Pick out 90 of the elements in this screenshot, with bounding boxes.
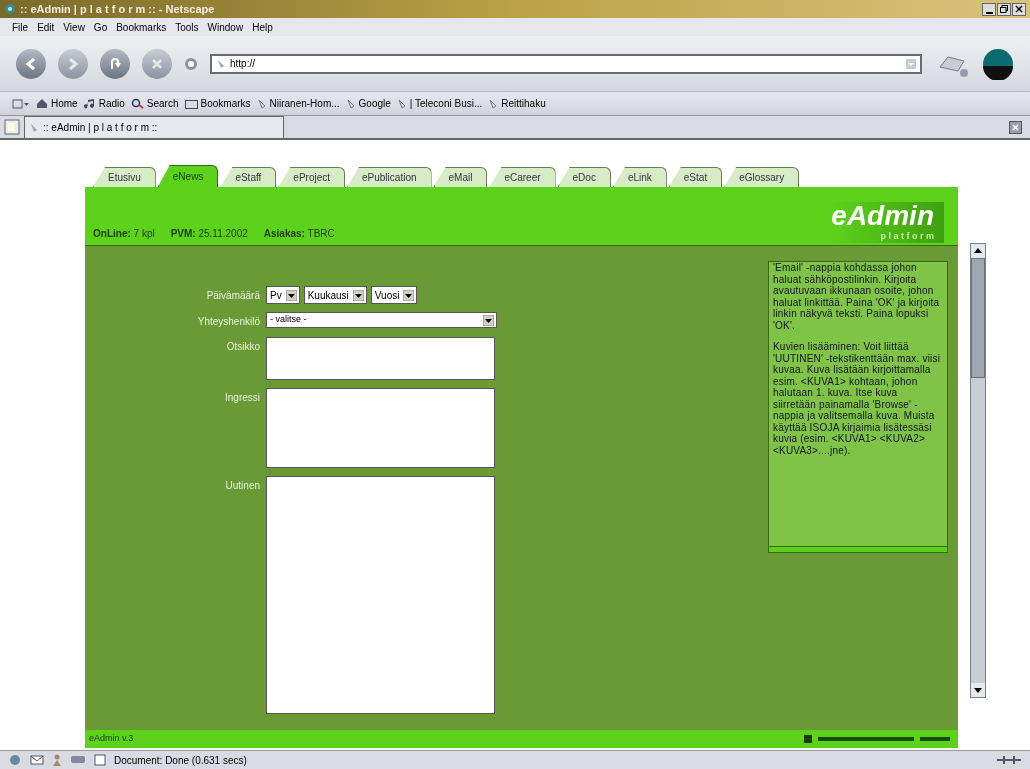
user-icon[interactable]: [52, 754, 62, 766]
music-note-icon: [83, 98, 96, 109]
bookmark-icon: [396, 98, 407, 109]
dropdown-dot-icon: [184, 56, 198, 71]
minimize-button[interactable]: [982, 2, 996, 16]
bookmark-link[interactable]: Search: [130, 96, 179, 111]
dropdown[interactable]: Kuukausi: [303, 286, 367, 304]
info-text: Asiakas: TBRC: [263, 227, 335, 241]
search-icon: [130, 98, 144, 109]
bookmark-icon: [216, 58, 226, 69]
tab[interactable]: eDoc: [557, 167, 611, 187]
bookmark-icon: [256, 98, 267, 109]
page-icon: [29, 122, 39, 133]
text-area[interactable]: [266, 337, 495, 380]
stop-button[interactable]: [142, 48, 172, 79]
tab[interactable]: eLink: [612, 167, 667, 187]
tab[interactable]: eMail: [433, 167, 488, 187]
connection-icon: [996, 754, 1022, 766]
mail-icon[interactable]: [30, 754, 44, 766]
toolbar-menu-icon[interactable]: [12, 97, 30, 110]
bookmark-link[interactable]: Radio: [83, 96, 125, 111]
tab[interactable]: eGlossary: [724, 167, 800, 187]
close-icon: [1015, 5, 1023, 13]
field-label: Uutinen: [224, 479, 260, 493]
menu-item[interactable]: Bookmarks: [116, 19, 167, 35]
close-icon: [1012, 123, 1019, 131]
scrollbar[interactable]: [970, 243, 986, 698]
bookmark-link[interactable]: Reittihaku: [488, 96, 546, 111]
bookmark-link[interactable]: Niiranen-Hom...: [256, 96, 340, 111]
maximize-button[interactable]: [997, 2, 1011, 16]
dropdown-icon: [483, 314, 494, 326]
scroll-up-icon[interactable]: [971, 244, 985, 258]
tab[interactable]: eProject: [278, 167, 345, 187]
tab[interactable]: eCareer: [489, 167, 556, 187]
dropdown[interactable]: Vuosi: [370, 286, 418, 304]
status-text: Document: Done (0.631 secs): [114, 753, 248, 768]
reload-button[interactable]: [100, 48, 130, 79]
bookmark-link[interactable]: | Teleconi Busi...: [396, 96, 483, 111]
logo: eAdmin p l a t f o r m: [831, 201, 944, 243]
dropdown-icon: [285, 289, 297, 301]
help-text: 'Email' -nappia kohdassa johon haluat sähköpostilinkin. Kirjoita avautuvaan ikkunaan osoite, johon haluat linkittää. Paina 'OK' ja kirjoita linkin näkyvä teksti. Paina lopuksi 'OK'.: [773, 262, 941, 331]
back-button[interactable]: [16, 48, 46, 79]
browser-icon: [4, 3, 16, 15]
menu-item[interactable]: Help: [252, 19, 273, 35]
bookmark-link[interactable]: Bookmarks: [184, 96, 251, 111]
restore-icon: [1000, 5, 1008, 13]
dropdown-icon: [352, 289, 364, 301]
menu-item[interactable]: Tools: [175, 19, 199, 35]
version-text: eAdmin v.3: [89, 732, 134, 746]
field-label: Otsikko: [225, 340, 260, 354]
menu-item[interactable]: File: [12, 19, 29, 35]
info-text: OnLine: 7 kpl: [93, 227, 155, 241]
window-title: :: eAdmin | p l a t f o r m :: - Netscape: [20, 1, 216, 17]
dropdown-icon: [906, 58, 916, 69]
tab[interactable]: ePublication: [347, 167, 432, 187]
field-label: Ingressi: [224, 391, 260, 405]
dropdown[interactable]: Pv: [266, 286, 300, 304]
bookmark-icon: [488, 98, 499, 109]
bookmark-link[interactable]: Home: [36, 96, 78, 111]
dropdown-icon: [403, 289, 415, 301]
menu-item[interactable]: View: [63, 19, 85, 35]
menu-item[interactable]: Go: [93, 19, 108, 35]
tab[interactable]: eStat: [668, 167, 723, 187]
browser-tab[interactable]: :: eAdmin | p l a t f o r m ::: [24, 116, 284, 138]
close-tab-button[interactable]: [1009, 120, 1022, 134]
home-icon: [36, 98, 48, 109]
document-icon[interactable]: [94, 754, 106, 766]
menu-item[interactable]: Window: [207, 19, 244, 35]
menu-item[interactable]: Edit: [37, 19, 55, 35]
address-field[interactable]: http://: [210, 53, 922, 74]
help-text: Kuvien lisääminen: Voit liittää 'UUTINEN' -tekstikenttään max. viisi kuvaa. Kuva lisätään kirjoittamalla esim. <KUVA1> kohtaan, johon halutaan 1. kuva. Itse kuva siirretään painamalla 'Browse' -nappia ja valitsemalla kuva. Muista käyttää ISOJA kirjaimia lisätessäsi kuvia (esim. <KUVA1> <KUVA2> <KUVA3>....jne).: [773, 341, 942, 456]
new-tab-icon[interactable]: [4, 119, 20, 135]
scroll-thumb[interactable]: [971, 258, 985, 378]
reload-icon: [108, 56, 122, 71]
dropdown[interactable]: - valitse -: [266, 312, 497, 328]
forward-button[interactable]: [58, 48, 88, 79]
scroll-down-icon[interactable]: [971, 683, 985, 697]
tab[interactable]: Etusivu: [93, 167, 156, 187]
bookmark-icon: [345, 98, 356, 109]
tab[interactable]: eStaff: [220, 167, 277, 187]
tab[interactable]: eNews: [157, 165, 219, 187]
text-area[interactable]: [266, 388, 495, 468]
folder-icon: [184, 98, 198, 109]
minimize-icon: [985, 11, 993, 15]
field-label: Yhteyshenkilö: [196, 315, 260, 329]
close-button[interactable]: [1012, 2, 1026, 16]
bookmark-link[interactable]: Google: [345, 96, 391, 111]
stop-icon: [151, 57, 163, 70]
field-label: Päivämäärä: [205, 289, 260, 303]
info-text: PVM: 25.11.2002: [170, 227, 248, 241]
